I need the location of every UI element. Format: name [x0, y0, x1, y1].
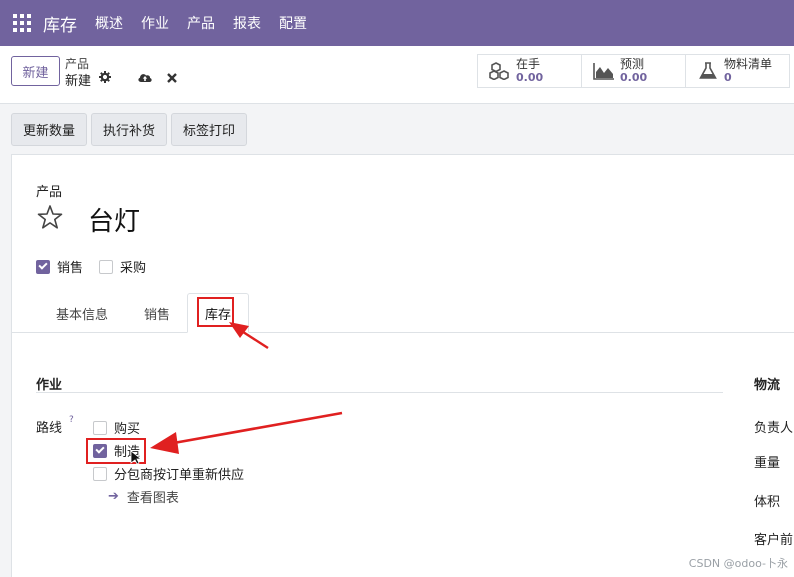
view-diagram-label: 查看图表 [126, 491, 179, 506]
gear-icon[interactable] [99, 71, 111, 86]
tab-annotation-box [197, 297, 234, 327]
stat-label-forecast: 预测 [620, 57, 645, 71]
view-diagram-link[interactable]: ➔ 查看图表 [108, 487, 179, 506]
print-labels-button[interactable]: 标签打印 [171, 113, 248, 146]
stat-label-on-hand: 在手 [516, 57, 541, 71]
action-buttons: 更新数量 执行补货 标签打印 [11, 113, 251, 146]
control-panel: 新建 产品 新建 在手 0.00 预测 0.00 物料清单 0 [0, 46, 794, 104]
stat-value-on-hand: 0.00 [516, 71, 544, 84]
route-buy-label: 购买 [114, 422, 141, 437]
discard-icon[interactable] [167, 72, 177, 86]
route-subcontract[interactable]: 分包商按订单重新供应 [93, 464, 244, 483]
product-options: 销售 采购 [36, 257, 162, 276]
breadcrumb-current: 新建 [65, 74, 92, 89]
new-button[interactable]: 新建 [11, 56, 60, 86]
option-label-purchase: 采购 [120, 261, 147, 276]
product-label: 产品 [36, 185, 63, 200]
nav-item-configuration[interactable]: 配置 [279, 13, 307, 33]
area-chart-icon [592, 61, 616, 81]
option-label-sale: 销售 [57, 261, 84, 276]
stat-button-forecast[interactable]: 预测 0.00 [582, 54, 686, 88]
routes-help-icon[interactable]: ? [69, 415, 74, 425]
stat-button-bom[interactable]: 物料清单 0 [686, 54, 790, 88]
logistics-field-weight: 重量 [754, 456, 781, 471]
flask-icon [696, 61, 720, 81]
logistics-section-title: 物流 [754, 378, 781, 393]
stat-button-on-hand[interactable]: 在手 0.00 [478, 54, 582, 88]
purchase-ok-checkbox[interactable] [99, 259, 114, 274]
arrow-right-icon: ➔ [108, 489, 119, 504]
sale-ok-checkbox[interactable] [36, 259, 50, 274]
logistics-field-volume: 体积 [754, 495, 781, 510]
route-subcontract-checkbox[interactable] [93, 466, 107, 481]
nav-item-overview[interactable]: 概述 [95, 13, 123, 33]
smart-buttons: 在手 0.00 预测 0.00 物料清单 0 [477, 54, 790, 88]
replenish-button[interactable]: 执行补货 [91, 113, 168, 146]
operations-divider [36, 392, 723, 393]
update-quantity-button[interactable]: 更新数量 [11, 113, 88, 146]
record-actions [99, 71, 191, 86]
nav-item-operations[interactable]: 作业 [141, 13, 169, 33]
cloud-upload-icon[interactable] [137, 71, 153, 86]
app-brand[interactable]: 库存 [43, 11, 77, 36]
notebook-tabs: 基本信息 销售 库存 [12, 293, 794, 333]
option-can-be-sold[interactable]: 销售 [36, 257, 83, 276]
routes-label: 路线 [36, 421, 63, 436]
watermark: CSDN @odoo-卜永 [688, 557, 788, 570]
stat-value-bom: 0 [724, 71, 732, 84]
star-icon[interactable] [36, 203, 64, 231]
operations-section-title: 作业 [36, 378, 63, 393]
logistics-field-customer-lead: 客户前 [754, 533, 794, 548]
stat-value-forecast: 0.00 [620, 71, 648, 84]
nav-item-reporting[interactable]: 报表 [233, 13, 261, 33]
route-subcontract-label: 分包商按订单重新供应 [114, 468, 245, 483]
product-name-field[interactable]: 台灯 [88, 201, 140, 238]
apps-menu-icon[interactable] [13, 14, 31, 32]
option-can-be-purchased[interactable]: 采购 [99, 257, 146, 276]
stat-label-bom: 物料清单 [724, 57, 773, 71]
nav-item-products[interactable]: 产品 [187, 13, 215, 33]
tab-general-info[interactable]: 基本信息 [40, 293, 124, 333]
route-buy-checkbox[interactable] [93, 420, 107, 435]
route-buy[interactable]: 购买 [93, 418, 140, 437]
tab-sales[interactable]: 销售 [132, 293, 182, 333]
route-annotation-box [86, 438, 146, 464]
form-sheet: 产品 台灯 销售 采购 基本信息 销售 库存 作业 物流 路线 ? 购买 制造 … [11, 154, 794, 577]
cubes-icon [488, 61, 512, 81]
logistics-field-responsible: 负责人 [754, 421, 794, 436]
top-navbar: 库存 概述 作业 产品 报表 配置 [0, 0, 794, 46]
nav-menu: 概述 作业 产品 报表 配置 [95, 13, 325, 33]
